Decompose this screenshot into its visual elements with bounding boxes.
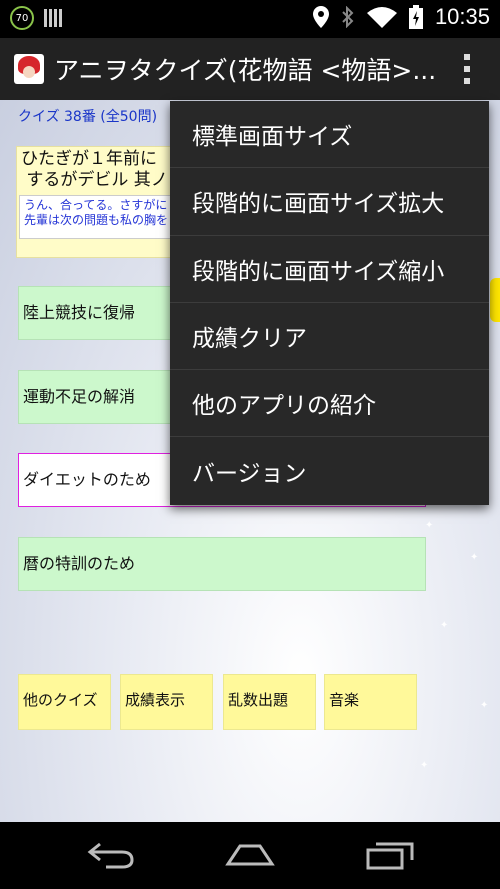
music-button[interactable]: 音楽 xyxy=(324,674,417,730)
clock: 10:35 xyxy=(434,4,490,29)
battery-icon xyxy=(408,5,423,29)
location-icon xyxy=(312,6,329,28)
show-score-button[interactable]: 成績表示 xyxy=(120,674,213,730)
sparkle-decoration: ✦ xyxy=(440,620,449,631)
question-text: ひたぎが１年前に するがデビル 其ノ xyxy=(21,149,168,190)
sparkle-decoration: ✦ xyxy=(425,520,434,531)
overflow-menu: 標準画面サイズ 段階的に画面サイズ拡大 段階的に画面サイズ縮小 成績クリア 他の… xyxy=(170,101,489,505)
app-title: アニヲタクイズ(花物語 <物語>... xyxy=(54,56,437,85)
quiz-number-label: クイズ 38番 (全50問) xyxy=(18,109,158,125)
barcode-notification-icon xyxy=(44,9,62,27)
star-decoration xyxy=(490,278,500,322)
back-icon[interactable] xyxy=(86,840,136,870)
sparkle-decoration: ✦ xyxy=(480,700,489,711)
battery-percent-icon: 70 xyxy=(10,6,34,30)
overflow-menu-icon[interactable] xyxy=(462,54,472,84)
random-question-button[interactable]: 乱数出題 xyxy=(223,674,316,730)
navigation-bar xyxy=(0,822,500,889)
menu-item-standard-size[interactable]: 標準画面サイズ xyxy=(170,101,489,169)
menu-item-zoom-out[interactable]: 段階的に画面サイズ縮小 xyxy=(170,236,489,303)
sparkle-decoration: ✦ xyxy=(470,552,479,563)
sparkle-decoration: ✦ xyxy=(420,760,429,771)
action-bar: アニヲタクイズ(花物語 <物語>... xyxy=(0,38,500,100)
other-quiz-button[interactable]: 他のクイズ xyxy=(18,674,111,730)
choice-button-4[interactable]: 暦の特訓のため xyxy=(18,537,426,591)
home-icon[interactable] xyxy=(224,840,276,870)
wifi-icon xyxy=(366,7,397,28)
app-icon[interactable] xyxy=(14,54,44,84)
menu-item-zoom-in[interactable]: 段階的に画面サイズ拡大 xyxy=(170,168,489,236)
recents-icon[interactable] xyxy=(366,840,416,870)
menu-item-version[interactable]: バージョン xyxy=(170,437,489,504)
menu-item-clear-score[interactable]: 成績クリア xyxy=(170,303,489,371)
menu-item-other-apps[interactable]: 他のアプリの紹介 xyxy=(170,370,489,438)
status-bar: 70 10:35 xyxy=(0,0,500,38)
bluetooth-icon xyxy=(342,6,354,28)
